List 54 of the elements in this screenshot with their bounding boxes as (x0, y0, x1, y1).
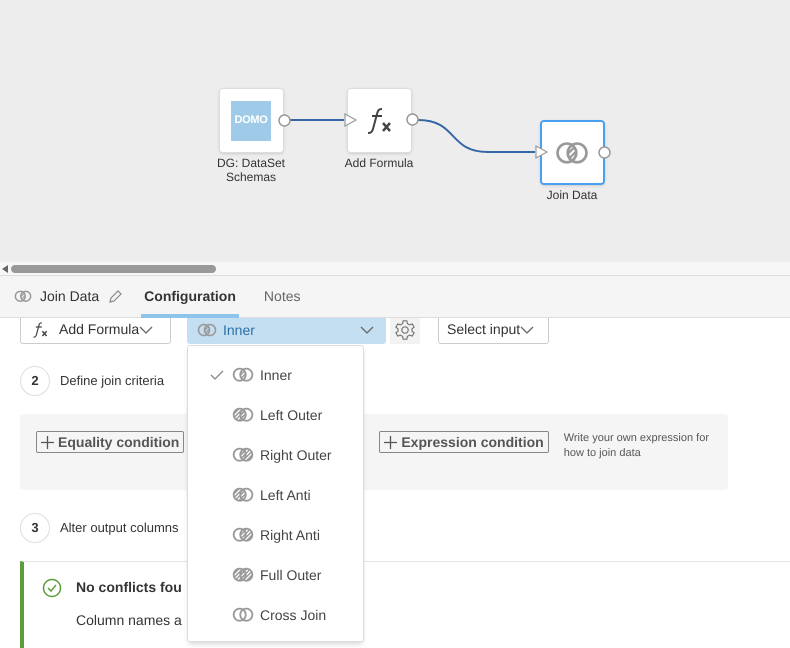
menu-item[interactable]: Cross Join (188, 595, 363, 635)
menu-item[interactable]: Full Outer (188, 555, 363, 595)
output-port-icon[interactable] (598, 146, 611, 159)
join-type-icon (232, 607, 254, 623)
menu-item[interactable]: Inner (188, 355, 363, 395)
node-label: Join Data (546, 188, 598, 202)
menu-item[interactable]: Right Anti (188, 515, 363, 555)
input-arrow-icon[interactable] (344, 113, 357, 127)
node-label: Add Formula (344, 156, 414, 170)
join-type-icon (232, 407, 254, 423)
hint-text: Write your own expression for how to join data (564, 431, 710, 461)
scroll-left-icon[interactable] (2, 264, 8, 272)
step-number: 3 (20, 513, 50, 543)
chevron-down-icon (360, 326, 374, 334)
join-type-icon (232, 487, 254, 503)
join-type-select[interactable]: Inner (187, 316, 386, 344)
plus-icon (384, 436, 398, 448)
menu-item[interactable]: Right Outer (188, 435, 363, 475)
menu-item[interactable]: Left Anti (188, 475, 363, 515)
settings-icon (394, 319, 416, 341)
chevron-down-icon (139, 326, 154, 334)
join-type-icon (232, 447, 254, 463)
status-title: No conflicts fou (76, 578, 182, 597)
step-number: 2 (20, 366, 50, 396)
panel-tab[interactable]: Notes (260, 276, 304, 318)
function-icon (31, 320, 49, 338)
menu-item[interactable]: Left Outer (188, 395, 363, 435)
chevron-down-icon (520, 326, 534, 334)
input-arrow-icon[interactable] (535, 145, 548, 159)
status-message: Column names a (76, 611, 182, 630)
equality-condition-button[interactable]: Equality condition (36, 431, 184, 453)
join-type-icon (232, 567, 254, 583)
expression-condition-button[interactable]: Expression condition (379, 431, 549, 453)
plus-icon (41, 436, 54, 448)
join-icon (14, 290, 32, 303)
join-type-icon (232, 527, 254, 543)
join-type-icon (232, 367, 254, 383)
join-icon (197, 323, 217, 337)
join-icon (555, 140, 589, 164)
input-select[interactable]: Select input (438, 316, 549, 344)
flow-node[interactable] (540, 120, 604, 185)
scrollbar-thumb[interactable] (11, 264, 216, 272)
step-label: Define join criteria (60, 372, 164, 390)
output-port-icon[interactable] (278, 114, 291, 127)
settings-button[interactable] (390, 316, 420, 344)
input-select[interactable]: Add Formula (20, 316, 171, 344)
output-port-icon[interactable] (406, 113, 419, 126)
step-label: Alter output columns (60, 519, 179, 538)
check-circle-icon (42, 578, 62, 598)
dataset-logo: DOMO (231, 100, 271, 140)
panel-title: Join Data (40, 287, 100, 306)
connector-line (290, 119, 344, 121)
node-label: DG: DataSet Schemas (216, 156, 286, 184)
pencil-icon[interactable] (107, 288, 124, 304)
